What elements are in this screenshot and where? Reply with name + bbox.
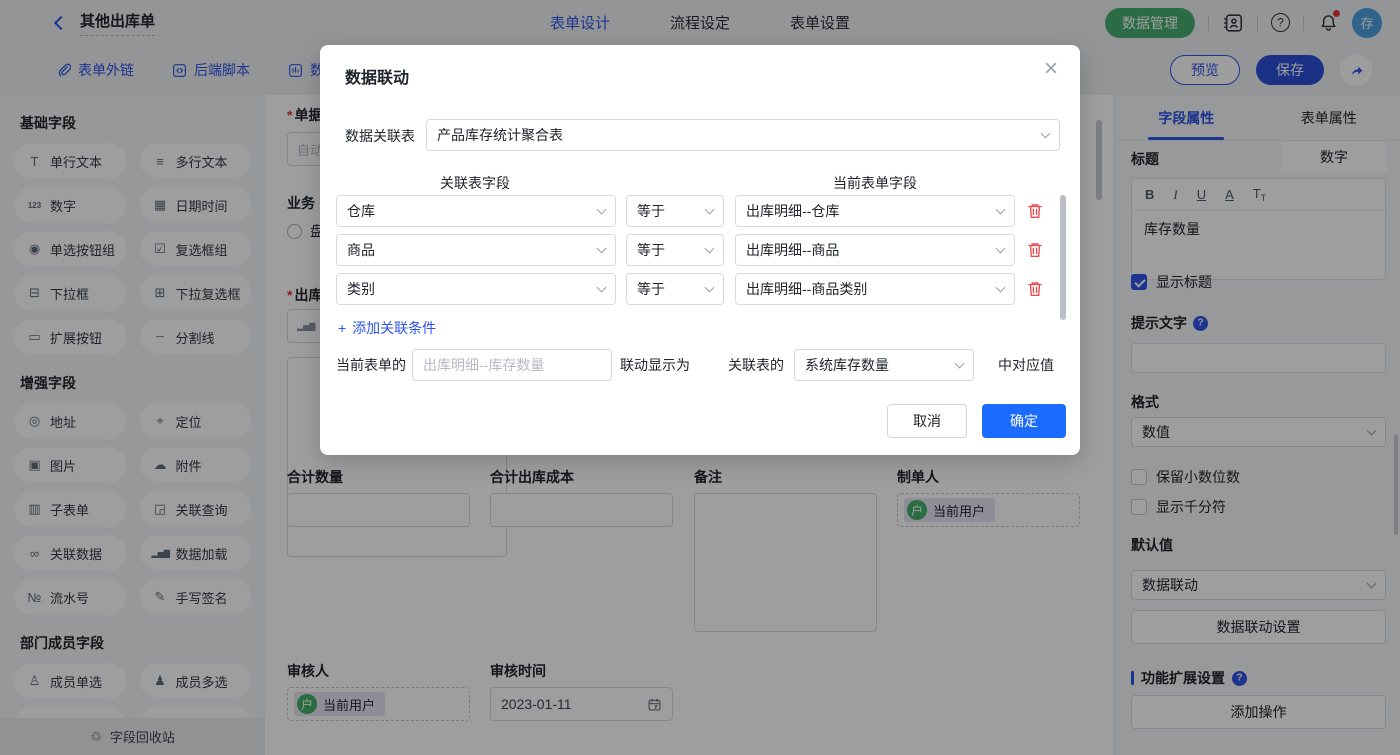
relation-table-of-label: 关联表的: [728, 357, 784, 373]
modal-title: 数据联动: [345, 70, 410, 87]
confirm-button[interactable]: 确定: [982, 404, 1066, 438]
form-field-select[interactable]: 出库明细--仓库: [735, 195, 1015, 227]
chevron-down-icon: [1040, 128, 1051, 139]
relation-field-select[interactable]: 仓库: [336, 195, 616, 227]
delete-condition-button[interactable]: [1026, 280, 1044, 298]
trash-icon: [1028, 204, 1042, 218]
col-header-relation-field: 关联表字段: [440, 175, 510, 191]
operator-select[interactable]: 等于: [626, 195, 724, 227]
operator-select[interactable]: 等于: [626, 234, 724, 266]
delete-condition-button[interactable]: [1026, 202, 1044, 220]
chevron-down-icon: [954, 358, 965, 369]
trash-icon: [1028, 243, 1042, 257]
data-linkage-modal: 数据联动 × 数据关联表 产品库存统计聚合表 关联表字段 当前表单字段 仓库 等…: [320, 45, 1080, 455]
corresponding-value-label: 中对应值: [998, 357, 1054, 373]
chevron-down-icon: [704, 204, 715, 215]
delete-condition-button[interactable]: [1026, 241, 1044, 259]
chevron-down-icon: [596, 204, 607, 215]
chevron-down-icon: [995, 282, 1006, 293]
add-condition-link[interactable]: + 添加关联条件: [338, 318, 436, 338]
app-window: 其他出库单 表单设计 流程设定 表单设置 数据管理 ? 存 表单外链 后端脚本 …: [0, 0, 1400, 755]
current-form-label: 当前表单的: [336, 357, 406, 373]
linkage-display-label: 联动显示为: [620, 357, 690, 373]
chevron-down-icon: [704, 243, 715, 254]
mapping-row: 当前表单的 联动显示为 关联表的 系统库存数量 中对应值: [336, 349, 1054, 381]
chevron-down-icon: [995, 204, 1006, 215]
operator-select[interactable]: 等于: [626, 273, 724, 305]
form-field-select[interactable]: 出库明细--商品类别: [735, 273, 1015, 305]
current-field-input[interactable]: [412, 349, 612, 381]
relation-table-select[interactable]: 产品库存统计聚合表: [426, 119, 1060, 151]
plus-icon: +: [338, 320, 347, 336]
relation-value-select[interactable]: 系统库存数量: [794, 349, 974, 381]
close-icon[interactable]: ×: [1044, 57, 1058, 81]
relation-field-select[interactable]: 商品: [336, 234, 616, 266]
chevron-down-icon: [704, 282, 715, 293]
form-field-select[interactable]: 出库明细--商品: [735, 234, 1015, 266]
relation-field-select[interactable]: 类别: [336, 273, 616, 305]
chevron-down-icon: [596, 243, 607, 254]
chevron-down-icon: [596, 282, 607, 293]
trash-icon: [1028, 282, 1042, 296]
modal-scrollbar[interactable]: [1060, 195, 1066, 320]
relation-table-label: 数据关联表: [345, 128, 415, 144]
chevron-down-icon: [995, 243, 1006, 254]
col-header-form-field: 当前表单字段: [833, 175, 917, 191]
cancel-button[interactable]: 取消: [887, 404, 967, 438]
